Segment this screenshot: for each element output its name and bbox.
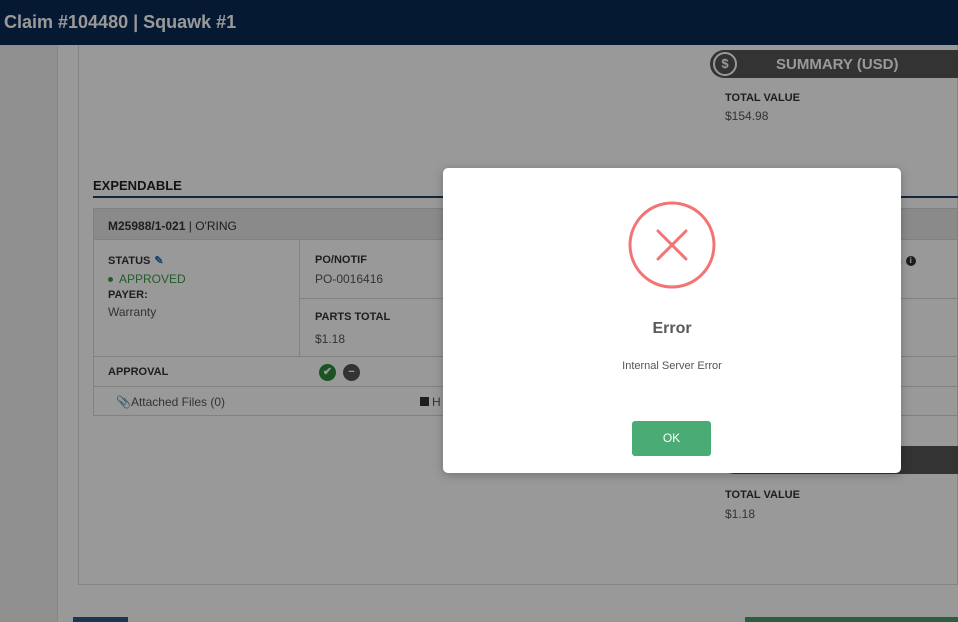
ok-button[interactable]: OK xyxy=(632,421,711,456)
dialog-title: Error xyxy=(652,320,692,337)
error-dialog: Error Internal Server Error OK xyxy=(443,168,901,473)
error-x-icon xyxy=(628,201,716,289)
dialog-message: Internal Server Error xyxy=(622,360,722,372)
